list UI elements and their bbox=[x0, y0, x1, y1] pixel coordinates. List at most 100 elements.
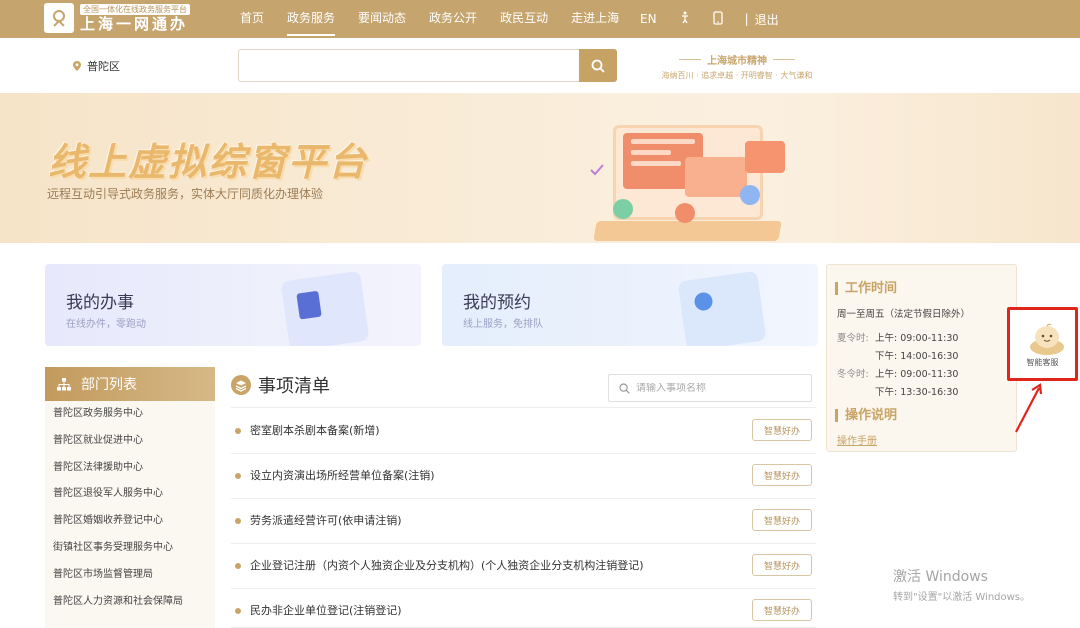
smart-handle-button[interactable]: 智慧好办 bbox=[752, 599, 812, 621]
department-item[interactable]: 普陀区市场监督管理局 bbox=[45, 562, 215, 589]
nav-about-shanghai[interactable]: 走进上海 bbox=[571, 0, 619, 38]
nav-interaction[interactable]: 政民互动 bbox=[500, 0, 548, 38]
work-time-title: 工作时间 bbox=[835, 282, 897, 295]
department-item[interactable]: 街镇社区事务受理服务中心 bbox=[45, 535, 215, 562]
search-icon bbox=[591, 59, 605, 73]
language-switch[interactable]: EN bbox=[640, 12, 657, 26]
banner-subtitle: 远程互动引导式政务服务，实体大厅同质化办理体验 bbox=[47, 187, 324, 201]
item-row[interactable]: 劳务派遣经营许可(依申请注销) 智慧好办 bbox=[231, 499, 816, 544]
org-tree-icon bbox=[57, 377, 71, 390]
mobile-icon[interactable] bbox=[712, 10, 723, 28]
bullet-icon bbox=[235, 518, 241, 524]
windows-activation-watermark: 激活 Windows 转到"设置"以激活 Windows。 bbox=[893, 566, 1030, 603]
nav-separator: | bbox=[744, 12, 749, 26]
winter-pm-time: 13:30-16:30 bbox=[900, 387, 959, 398]
work-time-panel: 工作时间 周一至周五（法定节假日除外） 夏令时: 上午: 09:00-11:30… bbox=[826, 264, 1017, 452]
department-item[interactable]: 普陀区退役军人服务中心 bbox=[45, 481, 215, 508]
my-affairs-title: 我的办事 bbox=[66, 293, 134, 313]
nav-home[interactable]: 首页 bbox=[240, 0, 264, 38]
smart-handle-button[interactable]: 智慧好办 bbox=[752, 419, 812, 441]
site-logo[interactable]: 全国一体化在线政务服务平台 上海一网通办 bbox=[44, 3, 190, 33]
department-list: 部门列表 普陀区政务服务中心 普陀区就业促进中心 普陀区法律援助中心 普陀区退役… bbox=[45, 367, 215, 628]
search-row: 普陀区 上海城市精神 海纳百川 · 追求卓越 · 开明睿智 · 大气谦和 bbox=[0, 38, 1080, 93]
nav-government-services[interactable]: 政务服务 bbox=[287, 0, 336, 38]
logo-tagline: 全国一体化在线政务服务平台 bbox=[80, 3, 190, 15]
summer-pm-time: 14:00-16:30 bbox=[900, 351, 959, 362]
items-list-header: 事项清单 bbox=[231, 372, 330, 398]
department-list-header: 部门列表 bbox=[45, 367, 215, 401]
smart-customer-service-label: 智能客服 bbox=[1026, 358, 1059, 367]
smart-handle-button[interactable]: 智慧好办 bbox=[752, 509, 812, 531]
item-name[interactable]: 民办非企业单位登记(注销登记) bbox=[250, 602, 402, 618]
city-spirit: 上海城市精神 海纳百川 · 追求卓越 · 开明睿智 · 大气谦和 bbox=[656, 52, 818, 81]
my-affairs-subtitle: 在线办件，零跑动 bbox=[66, 319, 146, 330]
summer-label: 夏令时: bbox=[837, 333, 869, 344]
accessibility-icon[interactable] bbox=[679, 11, 691, 27]
logout-link[interactable]: 退出 bbox=[755, 11, 779, 28]
winter-am-time: 09:00-11:30 bbox=[900, 369, 959, 380]
operation-guide-title: 操作说明 bbox=[835, 409, 897, 422]
item-name[interactable]: 劳务派遣经营许可(依申请注销) bbox=[250, 512, 402, 528]
smart-customer-service[interactable]: 智能客服 bbox=[1007, 307, 1078, 381]
watermark-line-1: 激活 Windows bbox=[893, 569, 988, 585]
items-divider bbox=[231, 407, 816, 408]
logo-emblem-icon bbox=[44, 3, 74, 33]
operation-manual-link[interactable]: 操作手册 bbox=[837, 432, 877, 447]
layers-icon bbox=[231, 375, 251, 395]
banner-illustration bbox=[585, 119, 790, 243]
document-icon bbox=[280, 270, 370, 346]
hero-banner: 线上虚拟综窗平台 远程互动引导式政务服务，实体大厅同质化办理体验 bbox=[0, 93, 1080, 243]
department-list-title: 部门列表 bbox=[81, 377, 137, 393]
winter-label: 冬令时: bbox=[837, 369, 869, 380]
smart-handle-button[interactable]: 智慧好办 bbox=[752, 554, 812, 576]
red-arrow-annotation bbox=[1015, 383, 1043, 433]
main-nav: 首页 政务服务 要闻动态 政务公开 政民互动 走进上海 bbox=[240, 0, 642, 38]
department-item[interactable]: 普陀区婚姻收养登记中心 bbox=[45, 508, 215, 535]
work-days: 周一至周五（法定节假日除外） bbox=[837, 309, 971, 320]
chatbot-mascot-icon bbox=[1030, 323, 1064, 355]
my-appointments-card[interactable]: 我的预约 线上服务，免排队 bbox=[442, 264, 818, 346]
item-name[interactable]: 密室剧本杀剧本备案(新增) bbox=[250, 422, 380, 438]
summer-am-label: 上午: bbox=[875, 333, 898, 344]
winter-pm-label: 下午: bbox=[875, 387, 898, 398]
item-row[interactable]: 企业登记注册（内资个人独资企业及分支机构）(个人独资企业分支机构注销登记) 智慧… bbox=[231, 544, 816, 589]
logo-name: 上海一网通办 bbox=[80, 14, 189, 33]
department-item[interactable]: 普陀区法律援助中心 bbox=[45, 455, 215, 482]
watermark-line-2: 转到"设置"以激活 Windows。 bbox=[893, 592, 1031, 603]
location-pin-icon bbox=[73, 61, 81, 71]
item-row[interactable]: 密室剧本杀剧本备案(新增) 智慧好办 bbox=[231, 409, 816, 454]
city-spirit-title: 上海城市精神 bbox=[656, 52, 818, 67]
site-search-button[interactable] bbox=[579, 49, 617, 82]
item-row[interactable]: 民办非企业单位登记(注销登记) 智慧好办 bbox=[231, 589, 816, 628]
smart-handle-button[interactable]: 智慧好办 bbox=[752, 464, 812, 486]
items-list-title: 事项清单 bbox=[258, 376, 330, 397]
my-appointments-subtitle: 线上服务，免排队 bbox=[463, 319, 543, 330]
item-row[interactable]: 设立内资演出场所经营单位备案(注销) 智慧好办 bbox=[231, 454, 816, 499]
item-search-box[interactable] bbox=[608, 374, 812, 402]
my-appointments-title: 我的预约 bbox=[463, 293, 531, 313]
bullet-icon bbox=[235, 563, 241, 569]
bullet-icon bbox=[235, 608, 241, 614]
city-spirit-slogan: 海纳百川 · 追求卓越 · 开明睿智 · 大气谦和 bbox=[661, 71, 813, 80]
appointment-user-icon bbox=[677, 270, 767, 346]
top-nav-bar: 全国一体化在线政务服务平台 上海一网通办 首页 政务服务 要闻动态 政务公开 政… bbox=[0, 0, 1080, 38]
item-search-input[interactable] bbox=[636, 382, 796, 394]
search-icon bbox=[619, 382, 630, 394]
bullet-icon bbox=[235, 428, 241, 434]
department-item[interactable]: 普陀区人力资源和社会保障局 bbox=[45, 589, 215, 616]
nav-news[interactable]: 要闻动态 bbox=[358, 0, 406, 38]
nav-public-affairs[interactable]: 政务公开 bbox=[429, 0, 477, 38]
winter-am-label: 上午: bbox=[875, 369, 898, 380]
department-item[interactable]: 普陀区政务服务中心 bbox=[45, 401, 215, 428]
banner-title: 线上虚拟综窗平台 bbox=[48, 140, 369, 184]
department-item[interactable]: 普陀区就业促进中心 bbox=[45, 428, 215, 455]
summer-pm-label: 下午: bbox=[875, 351, 898, 362]
my-affairs-card[interactable]: 我的办事 在线办件，零跑动 bbox=[45, 264, 421, 346]
summer-am-time: 09:00-11:30 bbox=[900, 333, 959, 344]
site-search-input[interactable] bbox=[238, 49, 580, 82]
item-name[interactable]: 设立内资演出场所经营单位备案(注销) bbox=[250, 467, 435, 483]
location-selector[interactable]: 普陀区 bbox=[73, 58, 120, 74]
item-name[interactable]: 企业登记注册（内资个人独资企业及分支机构）(个人独资企业分支机构注销登记) bbox=[250, 557, 644, 573]
bullet-icon bbox=[235, 473, 241, 479]
location-label: 普陀区 bbox=[87, 60, 120, 73]
